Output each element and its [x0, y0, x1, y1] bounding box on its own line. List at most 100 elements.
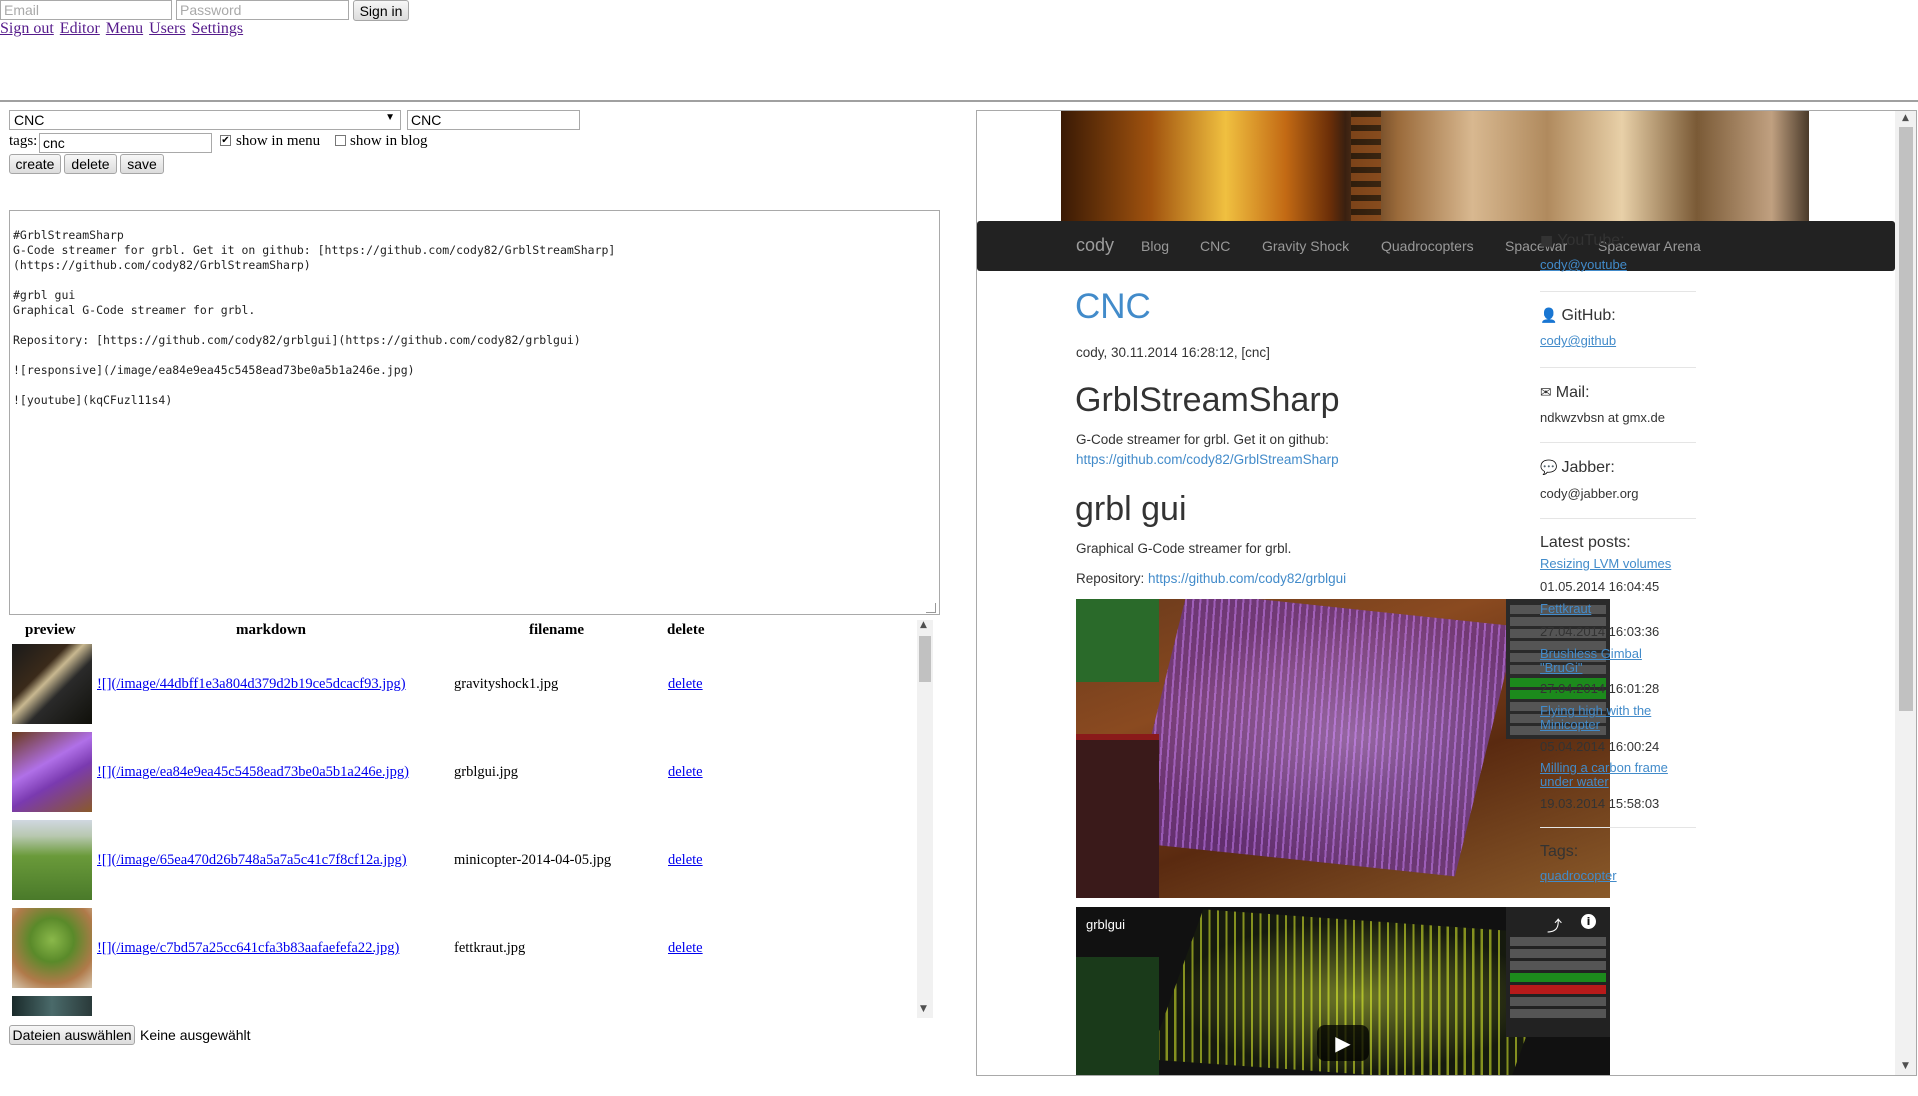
- preview-scroll-thumb[interactable]: [1899, 127, 1913, 711]
- scroll-up-icon[interactable]: ▲: [920, 620, 927, 630]
- github-label: GitHub:: [1561, 307, 1616, 324]
- image-table-scroll-thumb[interactable]: [919, 636, 931, 682]
- mail-label: Mail:: [1555, 384, 1590, 401]
- delete-image-link[interactable]: delete: [668, 940, 703, 957]
- nav-item-blog[interactable]: Blog: [1141, 238, 1169, 254]
- delete-button[interactable]: delete: [64, 154, 117, 174]
- sidebar-divider: [1540, 367, 1696, 368]
- site-navbar: cody Blog CNC Gravity Shock Quadrocopter…: [977, 221, 1895, 271]
- scroll-up-icon[interactable]: ▲: [1902, 113, 1909, 123]
- info-icon[interactable]: i: [1581, 914, 1596, 929]
- play-icon[interactable]: ▶: [1317, 1025, 1369, 1061]
- gravityshock-thumbnail: [12, 644, 92, 724]
- partial-thumbnail: [12, 996, 92, 1016]
- nav-item-quadrocopters[interactable]: Quadrocopters: [1381, 238, 1474, 254]
- page-select[interactable]: CNC ▼: [9, 110, 401, 130]
- image-markdown-link[interactable]: ![](/image/65ea470d26b748a5a7a5c41c7f8cf…: [97, 852, 407, 869]
- tags-label: tags:: [9, 133, 38, 149]
- email-field[interactable]: [0, 0, 172, 20]
- editor-link[interactable]: Editor: [60, 20, 100, 37]
- show-in-blog-checkbox[interactable]: [335, 135, 346, 146]
- post-link[interactable]: Milling a carbon frame under water: [1540, 761, 1680, 789]
- github-link[interactable]: cody@github: [1540, 334, 1700, 348]
- scroll-down-icon[interactable]: ▼: [920, 1004, 927, 1014]
- col-header-filename: filename: [529, 622, 584, 638]
- col-header-preview: preview: [25, 622, 76, 638]
- link-grblgui[interactable]: https://github.com/cody82/grblgui: [1148, 571, 1346, 586]
- toolpath-mesh: [1124, 599, 1518, 877]
- nav-brand[interactable]: cody: [1076, 235, 1114, 256]
- post-link[interactable]: Brushless Gimbal "BruGi": [1540, 647, 1650, 675]
- repository-label: Repository:: [1076, 571, 1145, 586]
- nav-item-gravity-shock[interactable]: Gravity Shock: [1262, 238, 1349, 254]
- jabber-heading: 💬 Jabber:: [1540, 459, 1615, 477]
- post-link[interactable]: Resizing LVM volumes: [1540, 557, 1700, 571]
- scroll-down-icon[interactable]: ▼: [1902, 1061, 1909, 1071]
- post-date: 19.03.2014 15:58:03: [1540, 796, 1660, 811]
- table-row: [9, 994, 929, 1016]
- col-header-markdown: markdown: [236, 622, 307, 638]
- page-select-value: CNC: [14, 112, 45, 128]
- mail-heading: ✉ Mail:: [1540, 384, 1590, 402]
- page-title-input[interactable]: [407, 110, 580, 130]
- top-nav-links: Sign out Editor Menu Users Settings: [0, 20, 245, 38]
- preview-pane: cody Blog CNC Gravity Shock Quadrocopter…: [976, 110, 1917, 1076]
- page-title: CNC: [1075, 287, 1151, 326]
- delete-image-link[interactable]: delete: [668, 676, 703, 693]
- position-panel: [1076, 734, 1159, 898]
- minicopter-thumbnail: [12, 820, 92, 900]
- file-status-text: Keine ausgewählt: [140, 1027, 251, 1043]
- users-link[interactable]: Users: [149, 20, 185, 37]
- sidebar-divider: [1540, 442, 1696, 443]
- link-grblstreamsharp[interactable]: https://github.com/cody82/GrblStreamShar…: [1076, 452, 1339, 467]
- image-markdown-link[interactable]: ![](/image/44dbff1e3a804d379d2b19ce5dcac…: [97, 676, 406, 693]
- table-row: ![](/image/c7bd57a25cc641cfa3b83aafaefef…: [9, 906, 929, 988]
- youtube-video[interactable]: grblgui ⤴ i ▶: [1076, 907, 1610, 1075]
- post-date: 05.04.2014 16:00:24: [1540, 739, 1660, 754]
- image-filename: fettkraut.jpg: [454, 940, 526, 956]
- image-markdown-link[interactable]: ![](/image/c7bd57a25cc641cfa3b83aafaefef…: [97, 940, 399, 957]
- post-link[interactable]: Flying high with the Minicopter: [1540, 704, 1660, 732]
- create-button[interactable]: create: [9, 154, 61, 174]
- show-in-menu-checkbox[interactable]: ✔: [220, 135, 231, 146]
- jabber-label: Jabber:: [1561, 459, 1615, 476]
- password-field[interactable]: [176, 0, 349, 20]
- jabber-value: cody@jabber.org: [1540, 486, 1639, 501]
- markdown-editor[interactable]: #GrblStreamSharp G-Code streamer for grb…: [9, 210, 940, 615]
- sign-in-button[interactable]: Sign in: [353, 0, 409, 21]
- textarea-resize-handle[interactable]: [926, 603, 936, 613]
- sidebar-divider: [1540, 827, 1696, 828]
- youtube-link[interactable]: cody@youtube: [1540, 258, 1700, 272]
- delete-image-link[interactable]: delete: [668, 852, 703, 869]
- show-in-menu-label: show in menu: [236, 133, 321, 149]
- grblgui-screenshot: [1076, 599, 1610, 898]
- share-icon[interactable]: ⤴: [1547, 915, 1562, 936]
- delete-image-link[interactable]: delete: [668, 764, 703, 781]
- save-button[interactable]: save: [120, 154, 164, 174]
- paragraph-grblstreamsharp: G-Code streamer for grbl. Get it on gith…: [1076, 432, 1329, 447]
- menu-link[interactable]: Menu: [106, 20, 143, 37]
- sign-out-link[interactable]: Sign out: [0, 20, 54, 37]
- sidebar-divider: [1540, 291, 1696, 292]
- post-link[interactable]: Fettkraut: [1540, 602, 1700, 616]
- settings-link[interactable]: Settings: [192, 20, 244, 37]
- latest-posts-heading: Latest posts:: [1540, 534, 1631, 551]
- image-table: preview markdown filename delete ![](/im…: [9, 618, 929, 1016]
- repository-line: Repository: https://github.com/cody82/gr…: [1076, 571, 1346, 586]
- post-meta: cody, 30.11.2014 16:28:12, [cnc]: [1076, 345, 1270, 360]
- image-markdown-link[interactable]: ![](/image/ea84e9ea45c5458ead73be0a5b1a2…: [97, 764, 409, 781]
- col-header-delete: delete: [667, 622, 705, 638]
- fettkraut-thumbnail: [12, 908, 92, 988]
- tag-link[interactable]: quadrocopter: [1540, 869, 1700, 883]
- tags-heading: Tags:: [1540, 843, 1579, 860]
- post-date: 27.04.2014 16:01:28: [1540, 681, 1660, 696]
- choose-files-button[interactable]: Dateien auswählen: [9, 1025, 135, 1045]
- heading-grbl-gui: grbl gui: [1075, 490, 1187, 528]
- post-date: 01.05.2014 16:04:45: [1540, 579, 1660, 594]
- tags-input[interactable]: [39, 133, 212, 153]
- sidebar-divider: [1540, 518, 1696, 519]
- nav-item-cnc[interactable]: CNC: [1200, 238, 1230, 254]
- grblgui-thumbnail: [12, 732, 92, 812]
- chevron-down-icon: ▼: [385, 112, 395, 123]
- envelope-icon: ✉: [1540, 385, 1552, 401]
